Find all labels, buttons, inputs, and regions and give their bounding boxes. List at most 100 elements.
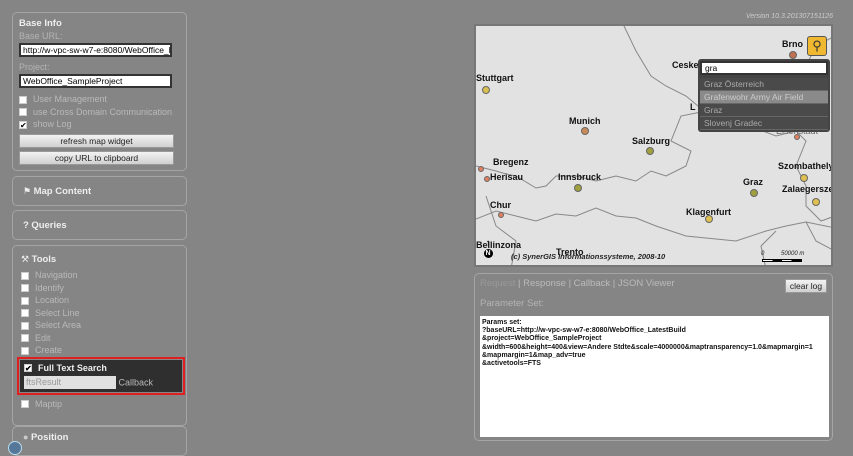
- checkbox[interactable]: [21, 284, 29, 293]
- project-label: Project:: [19, 62, 50, 72]
- question-icon: ?: [23, 220, 29, 231]
- base-url-input[interactable]: http://w-vpc-sw-w7-e:8080/WebOffice_Late: [19, 43, 172, 57]
- city-marker: [750, 189, 758, 197]
- city-marker: [646, 147, 654, 155]
- city-label: Salzburg: [632, 136, 671, 146]
- queries-panel[interactable]: ? Queries: [12, 210, 187, 240]
- base-info-panel: Base Info Base URL: http://w-vpc-sw-w7-e…: [12, 12, 187, 171]
- tool-navigation[interactable]: Navigation: [21, 269, 186, 282]
- checkbox[interactable]: [19, 95, 27, 104]
- log-line: &mapmargin=1&map_adv=true: [482, 351, 586, 359]
- city-label: L: [690, 102, 696, 112]
- city-marker: [794, 134, 800, 140]
- version-label: Version 10.3.201307151126: [745, 13, 833, 20]
- map-content-title: Map Content: [33, 186, 92, 197]
- city-marker: [484, 176, 490, 182]
- checkbox[interactable]: [21, 309, 29, 318]
- tab-request[interactable]: Request: [480, 278, 515, 289]
- tab-callback[interactable]: Callback: [574, 278, 610, 289]
- search-result[interactable]: Slovenj Gradec: [700, 117, 828, 130]
- tool-label: Maptip: [35, 398, 63, 409]
- city-label: Zalaegerszeg: [782, 184, 831, 194]
- option-user-management[interactable]: User Management: [19, 93, 186, 106]
- fts-label: Full Text Search: [38, 362, 107, 373]
- city-marker: [812, 198, 820, 206]
- option-show-log[interactable]: ✔ show Log: [19, 118, 186, 131]
- map-copyright: (c) SynerGIS Informationssysteme, 2008-1…: [511, 252, 666, 261]
- city-label: Brno: [782, 39, 803, 49]
- tool-identify[interactable]: Identify: [21, 282, 186, 295]
- search-input[interactable]: gra: [700, 61, 828, 75]
- queries-title: Queries: [31, 220, 67, 231]
- city-label: Bregenz: [493, 157, 529, 167]
- log-line: &activetools=FTS: [482, 360, 541, 368]
- option-cross-domain[interactable]: use Cross Domain Communication: [19, 106, 186, 119]
- copy-url-button[interactable]: copy URL to clipboard: [19, 150, 174, 165]
- tool-create[interactable]: Create: [21, 344, 186, 357]
- option-label: show Log: [33, 119, 72, 129]
- tool-label: Location: [35, 295, 70, 305]
- tool-select-area[interactable]: Select Area: [21, 319, 186, 332]
- search-toggle-button[interactable]: ⚲: [807, 36, 827, 56]
- fts-toggle[interactable]: ✔ Full Text Search: [24, 362, 183, 374]
- base-url-label: Base URL:: [19, 31, 63, 41]
- city-label: Ceske: [672, 60, 699, 70]
- tab-separator: |: [612, 278, 616, 289]
- scale-bar: 0 50000 m: [761, 251, 821, 265]
- city-label: Munich: [569, 116, 601, 126]
- search-icon: ⚲: [812, 38, 822, 53]
- checkbox[interactable]: [21, 271, 29, 280]
- tool-label: Identify: [35, 282, 65, 293]
- city-label: Szombathely: [778, 161, 833, 171]
- log-line: &width=600&height=400&view=Andere Stdte&…: [482, 343, 813, 351]
- clear-log-button[interactable]: clear log: [785, 279, 827, 293]
- checkbox-checked[interactable]: ✔: [24, 364, 32, 373]
- refresh-map-widget-button[interactable]: refresh map widget: [19, 133, 174, 148]
- tool-label: Select Area: [35, 320, 82, 330]
- city-label: Graz: [743, 177, 764, 187]
- position-title: Position: [30, 432, 69, 443]
- checkbox[interactable]: [21, 346, 29, 355]
- tab-json-viewer[interactable]: JSON Viewer: [618, 278, 675, 289]
- project-input[interactable]: WebOffice_SampleProject: [19, 74, 172, 88]
- bullet-icon: ●: [23, 432, 29, 442]
- tools-panel: ⚒ Tools Navigation Identify Location Sel…: [12, 245, 187, 426]
- search-result[interactable]: Graz: [700, 104, 828, 117]
- city-marker: [498, 212, 504, 218]
- tool-location[interactable]: Location: [21, 294, 186, 307]
- city-label: Chur: [490, 200, 511, 210]
- tool-label: Select Line: [35, 307, 80, 318]
- city-label: Innsbruck: [558, 172, 602, 182]
- tool-label: Edit: [35, 332, 51, 343]
- tools-title: Tools: [31, 254, 57, 265]
- tool-edit[interactable]: Edit: [21, 332, 186, 345]
- checkbox[interactable]: [21, 296, 29, 305]
- tab-response[interactable]: Response: [523, 278, 566, 289]
- parameter-set-label: Parameter Set:: [480, 298, 544, 309]
- city-marker: [789, 51, 797, 59]
- option-label: use Cross Domain Communication: [33, 106, 173, 117]
- log-line: &project=WebOffice_SampleProject: [482, 335, 602, 343]
- checkbox[interactable]: [19, 108, 27, 117]
- checkbox[interactable]: [21, 321, 29, 330]
- search-result-hovered[interactable]: Grafenwohr Army Air Field: [700, 91, 828, 104]
- option-label: User Management: [33, 94, 108, 104]
- checkbox[interactable]: [21, 334, 29, 343]
- map-widget[interactable]: Stuttgart Munich Salzburg Bregenz Herisa…: [474, 24, 833, 267]
- flag-icon: ⚑: [23, 186, 32, 196]
- callback-input[interactable]: ftsResult: [24, 375, 116, 389]
- search-result[interactable]: Graz Österreich: [700, 78, 828, 91]
- callback-label: Callback: [118, 377, 154, 387]
- map-content-panel[interactable]: ⚑ Map Content: [12, 176, 187, 206]
- checkbox[interactable]: [21, 400, 29, 409]
- city-marker: [705, 215, 713, 223]
- log-output[interactable]: Params set: ?baseURL=http://w-vpc-sw-w7-…: [480, 316, 829, 437]
- tools-icon: ⚒: [21, 254, 30, 264]
- checkbox-checked[interactable]: ✔: [19, 120, 27, 129]
- tab-separator: |: [568, 278, 572, 289]
- tool-select-line[interactable]: Select Line: [21, 307, 186, 320]
- tool-maptip[interactable]: Maptip: [21, 398, 186, 411]
- position-panel[interactable]: ● Position: [12, 426, 187, 456]
- city-label: Herisau: [490, 172, 524, 182]
- tab-separator: |: [518, 278, 521, 289]
